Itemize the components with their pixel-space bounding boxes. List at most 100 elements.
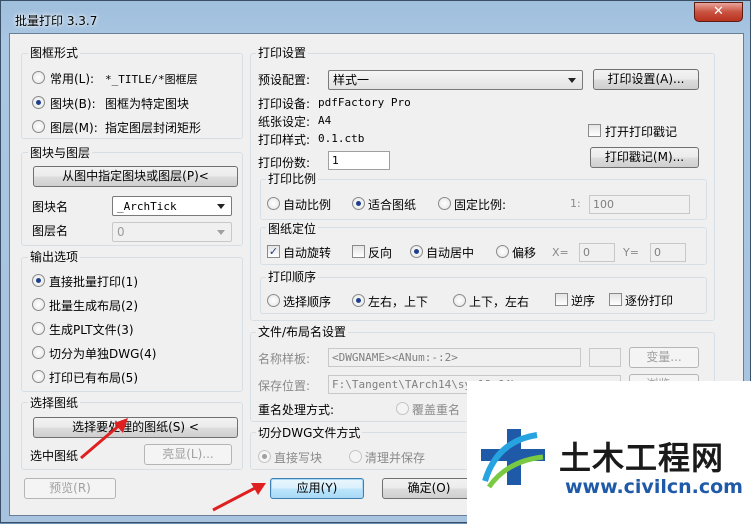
layer-name-select[interactable]: 0: [112, 222, 232, 242]
output-options-label: 输出选项: [28, 248, 81, 265]
offset-label: 偏移: [512, 246, 537, 260]
offset-x-label: X=: [552, 246, 569, 259]
output-plt-radio[interactable]: [32, 322, 45, 335]
order-lr-tb-label: 左右，上下: [368, 295, 429, 309]
name-template-input[interactable]: <DWGNAME><ANum:-:2>: [328, 348, 581, 367]
auto-rotate-label: 自动旋转: [283, 246, 332, 260]
direct-write-block-label: 直接写块: [274, 451, 323, 465]
order-tb-lr-radio[interactable]: [453, 294, 466, 307]
offset-y-input[interactable]: 0: [650, 243, 686, 262]
order-reverse-checkbox[interactable]: [555, 293, 568, 306]
scale-fixed-label: 固定比例:: [454, 198, 507, 212]
cleanup-save-radio[interactable]: [349, 450, 362, 463]
copies-label: 打印份数:: [258, 156, 311, 170]
frame-style-common-radio[interactable]: [32, 71, 45, 84]
scale-ratio-input[interactable]: 100: [589, 195, 690, 214]
print-settings-button[interactable]: 打印设置(A)...: [593, 69, 699, 90]
frame-style-common-label: 常用(L):: [50, 72, 95, 86]
block-name-value: _ArchTick: [117, 200, 177, 213]
layer-name-value: 0: [117, 225, 125, 239]
layer-name-label: 图层名: [32, 224, 69, 238]
frame-style-block-label: 图块(B):: [50, 97, 96, 111]
save-location-label: 保存位置:: [258, 379, 311, 393]
scale-label: 打印比例: [266, 170, 319, 187]
watermark-brand: 土木工程网: [559, 439, 725, 477]
scale-auto-label: 自动比例: [283, 198, 332, 212]
preset-label: 预设配置:: [258, 73, 311, 87]
paper-label: 纸张设定:: [258, 115, 311, 129]
apply-button[interactable]: 应用(Y): [270, 478, 364, 499]
chevron-down-icon: [217, 230, 225, 235]
copies-input[interactable]: 1: [328, 151, 390, 170]
offset-radio[interactable]: [496, 245, 509, 258]
device-value: pdfFactory Pro: [318, 96, 411, 109]
cleanup-save-label: 清理并保存: [365, 451, 426, 465]
order-tb-lr-label: 上下，左右: [469, 295, 530, 309]
highlight-button[interactable]: 亮显(L)...: [144, 444, 232, 465]
frame-style-label: 图框形式: [28, 44, 81, 61]
one-by-one-checkbox[interactable]: [609, 293, 622, 306]
watermark-overlay: 土木工程网 www.civilcn.com: [467, 381, 751, 524]
output-direct-print-radio[interactable]: [32, 274, 45, 287]
frame-style-layer-label: 图层(M):: [50, 121, 98, 135]
pick-block-or-layer-button[interactable]: 从图中指定图块或图层(P)<: [33, 166, 238, 187]
auto-center-radio[interactable]: [410, 245, 423, 258]
offset-x-input[interactable]: 0: [579, 243, 615, 262]
reverse-checkbox[interactable]: [352, 245, 365, 258]
reverse-label: 反向: [368, 246, 393, 260]
frame-style-block-desc: 图框为特定图块: [105, 97, 190, 111]
title-bar: 批量打印 3.3.7 ✕: [1, 1, 750, 35]
direct-write-block-radio[interactable]: [258, 450, 271, 463]
scale-fixed-radio[interactable]: [438, 197, 451, 210]
scale-ratio-prefix: 1:: [570, 197, 581, 210]
output-existing-layout-label: 打印已有布局(5): [49, 371, 138, 385]
paper-value: A4: [318, 114, 332, 127]
ok-button[interactable]: 确定(O): [382, 478, 476, 499]
preset-value: 样式一: [333, 73, 370, 87]
order-selection-radio[interactable]: [267, 294, 280, 307]
print-style-label: 打印样式:: [258, 133, 311, 147]
output-batch-layout-radio[interactable]: [32, 298, 45, 311]
print-style-value: 0.1.ctb: [318, 132, 365, 145]
overwrite-label: 覆盖重名: [412, 403, 461, 417]
open-stamp-checkbox[interactable]: [588, 124, 601, 137]
device-label: 打印设备:: [258, 97, 311, 111]
order-selection-label: 选择顺序: [283, 295, 332, 309]
auto-center-label: 自动居中: [426, 246, 475, 260]
name-template-label: 名称样板:: [258, 352, 311, 366]
annotation-arrow-apply: [212, 483, 266, 512]
offset-y-label: Y=: [623, 246, 639, 259]
one-by-one-label: 逐份打印: [625, 294, 674, 308]
frame-style-block-radio[interactable]: [32, 96, 45, 109]
print-settings-label: 打印设置: [256, 44, 309, 61]
name-template-extra-input[interactable]: [589, 348, 621, 367]
block-name-select[interactable]: _ArchTick: [112, 196, 232, 216]
order-reverse-label: 逆序: [571, 294, 596, 308]
overwrite-radio[interactable]: [396, 402, 409, 415]
chevron-down-icon: [568, 78, 576, 83]
block-layer-label: 图块与图层: [28, 144, 93, 161]
frame-style-layer-radio[interactable]: [32, 120, 45, 133]
output-split-dwg-radio[interactable]: [32, 346, 45, 359]
output-batch-layout-label: 批量生成布局(2): [49, 299, 138, 313]
frame-style-common-desc: *_TITLE/*图框层: [105, 73, 198, 86]
annotation-arrow-select: [80, 418, 128, 460]
rename-mode-label: 重名处理方式:: [258, 403, 335, 417]
preview-button[interactable]: 预览(R): [24, 478, 116, 499]
open-stamp-label: 打开打印戳记: [605, 125, 678, 139]
preset-select[interactable]: 样式一: [328, 70, 583, 90]
civilcn-logo-icon: [481, 429, 545, 489]
scale-fit-radio[interactable]: [352, 197, 365, 210]
auto-rotate-checkbox[interactable]: ✓: [267, 245, 280, 258]
selected-sheets-label: 选中图纸: [30, 449, 79, 463]
file-layout-label: 文件/布局名设置: [256, 323, 349, 340]
variables-button[interactable]: 变量...: [629, 347, 699, 368]
frame-style-layer-desc: 指定图层封闭矩形: [105, 121, 202, 135]
split-dwg-label: 切分DWG文件方式: [256, 424, 363, 441]
close-button[interactable]: ✕: [694, 2, 743, 22]
batch-print-dialog: 批量打印 3.3.7 ✕ 图框形式 常用(L): *_TITLE/*图框层 图块…: [0, 0, 751, 524]
order-lr-tb-radio[interactable]: [352, 294, 365, 307]
output-existing-layout-radio[interactable]: [32, 370, 45, 383]
print-stamp-button[interactable]: 打印戳记(M)...: [590, 147, 699, 168]
scale-auto-radio[interactable]: [267, 197, 280, 210]
